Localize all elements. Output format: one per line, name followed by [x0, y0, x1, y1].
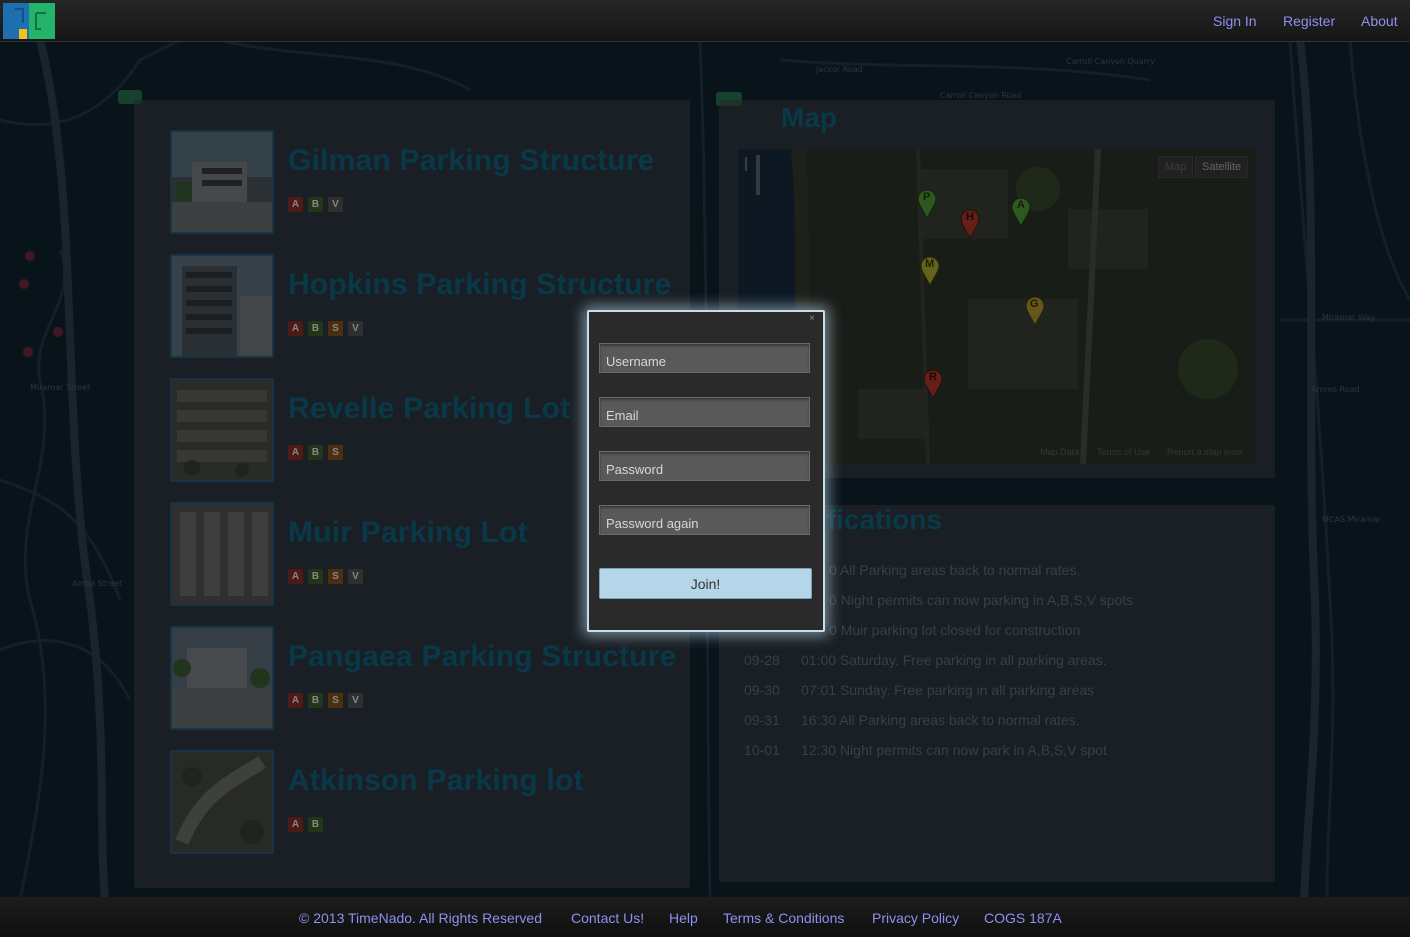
- join-button[interactable]: Join!: [599, 568, 812, 599]
- site-logo[interactable]: [3, 3, 55, 39]
- top-navigation-bar: Sign In Register About: [0, 0, 1410, 42]
- terms-conditions-link[interactable]: Terms & Conditions: [723, 910, 844, 926]
- help-link[interactable]: Help: [669, 910, 698, 926]
- copyright-link[interactable]: © 2013 TimeNado. All Rights Reserved: [299, 910, 542, 926]
- register-link[interactable]: Register: [1283, 13, 1335, 29]
- email-field[interactable]: [599, 397, 810, 427]
- about-link[interactable]: About: [1361, 13, 1398, 29]
- username-field[interactable]: [599, 343, 810, 373]
- footer: © 2013 TimeNado. All Rights Reserved Con…: [0, 897, 1410, 937]
- password-field[interactable]: [599, 451, 810, 481]
- cogs-187a-link[interactable]: COGS 187A: [984, 910, 1062, 926]
- password-again-field[interactable]: [599, 505, 810, 535]
- sign-in-link[interactable]: Sign In: [1213, 13, 1257, 29]
- close-icon[interactable]: ×: [809, 313, 815, 324]
- privacy-policy-link[interactable]: Privacy Policy: [872, 910, 959, 926]
- register-modal: × Join!: [587, 310, 825, 632]
- contact-us-link[interactable]: Contact Us!: [571, 910, 644, 926]
